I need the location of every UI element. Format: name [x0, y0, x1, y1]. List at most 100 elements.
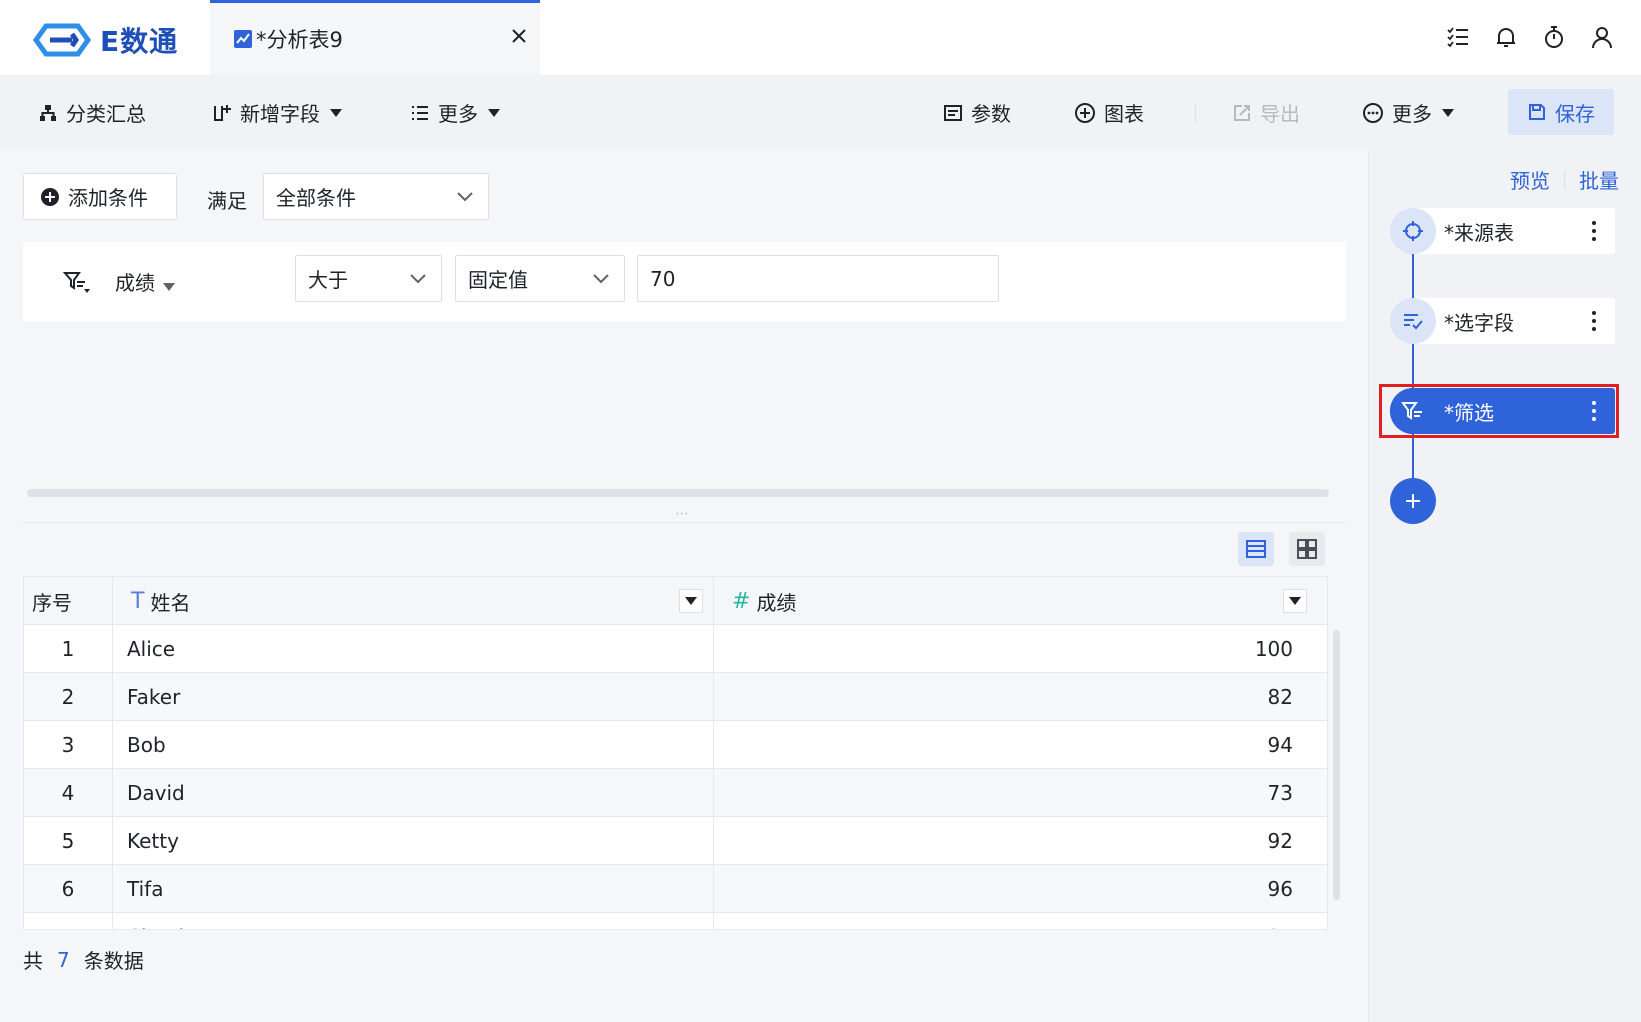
tab-analysis-sheet[interactable]: *分析表9: [210, 0, 540, 75]
app-logo[interactable]: E数通: [32, 22, 178, 58]
row-index: 5: [24, 817, 113, 864]
add-condition-button[interactable]: 添加条件: [23, 173, 177, 220]
column-menu-button[interactable]: [679, 589, 703, 613]
satisfy-select[interactable]: 全部条件: [263, 173, 489, 220]
logo-icon: [32, 23, 92, 57]
horizontal-scrollbar[interactable]: [27, 489, 1329, 497]
column-menu-button[interactable]: [1283, 589, 1307, 613]
table-row[interactable]: 5 Ketty 92: [24, 817, 1327, 865]
table-view-icon: [1246, 540, 1266, 558]
chevron-down-icon: [593, 273, 609, 283]
batch-link[interactable]: 批量: [1579, 165, 1619, 194]
chevron-down-icon: [410, 273, 426, 283]
bell-icon[interactable]: [1493, 24, 1519, 50]
table-row[interactable]: 1 Alice 100: [24, 625, 1327, 673]
logo-text: E数通: [100, 25, 179, 58]
more-vertical-icon[interactable]: [1591, 309, 1597, 333]
cell-score: 73: [1267, 780, 1293, 805]
task-list-icon[interactable]: [1445, 24, 1471, 50]
row-index: 1: [24, 625, 113, 672]
chart-line-icon: [234, 30, 252, 48]
plus-circle-filled-icon: [41, 187, 59, 206]
more-right-button[interactable]: 更多: [1362, 75, 1454, 150]
save-icon: [1529, 104, 1545, 120]
caret-down-icon: [488, 108, 500, 117]
select-fields-icon: [1390, 298, 1436, 344]
cell-name: Faker: [113, 673, 714, 720]
caret-down-icon: [163, 282, 175, 291]
value-type-select[interactable]: 固定值: [455, 255, 625, 302]
table-view-button[interactable]: [1238, 532, 1274, 566]
more-right-label: 更多: [1392, 102, 1432, 126]
caret-down-icon: [1289, 597, 1301, 605]
number-type-icon: #: [732, 588, 751, 614]
table-row[interactable]: 4 David 73: [24, 769, 1327, 817]
hierarchy-icon: [40, 104, 56, 121]
cell-score: 96: [1267, 876, 1293, 901]
cell-name: Alice: [113, 625, 714, 672]
operator-select[interactable]: 大于: [295, 255, 442, 302]
splitter-handle[interactable]: ⋯: [675, 506, 690, 522]
condition-value: 70: [650, 266, 676, 291]
more-left-button[interactable]: 更多: [410, 75, 500, 150]
cell-score: 92: [1267, 828, 1293, 853]
main-panel: 添加条件 满足 全部条件 成绩 大于 固定值 70 ⋯ 序号 T 姓名 # 成绩…: [0, 150, 1368, 1022]
plus-icon: [1406, 494, 1420, 508]
table-row[interactable]: 6 Tifa 96: [24, 865, 1327, 913]
save-button[interactable]: 保存: [1508, 89, 1614, 135]
filter-field-icon[interactable]: [63, 270, 91, 294]
column-label: 序号: [32, 590, 72, 615]
row-index: 6: [24, 865, 113, 912]
close-icon[interactable]: [508, 25, 530, 47]
more-vertical-icon[interactable]: [1591, 219, 1597, 243]
caret-down-icon: [330, 108, 342, 117]
count-value: 7: [57, 947, 70, 972]
row-index: 7: [24, 913, 113, 929]
panel-splitter[interactable]: [23, 522, 1346, 523]
export-button[interactable]: 导出: [1232, 75, 1300, 150]
condition-value-input[interactable]: 70: [637, 255, 999, 302]
count-suffix: 条数据: [83, 949, 144, 973]
preview-link[interactable]: 预览: [1510, 165, 1550, 194]
satisfy-value: 全部条件: [276, 186, 356, 210]
column-header-index[interactable]: 序号: [24, 577, 113, 625]
params-button[interactable]: 参数: [943, 75, 1011, 150]
count-prefix: 共: [23, 949, 43, 973]
add-field-button[interactable]: 新增字段: [212, 75, 342, 150]
selected-node-highlight: [1379, 384, 1619, 438]
group-summary-button[interactable]: 分类汇总: [38, 75, 146, 150]
tab-title: *分析表9: [256, 28, 343, 52]
table-header: 序号 T 姓名 # 成绩: [24, 577, 1327, 625]
column-header-name[interactable]: T 姓名: [113, 577, 714, 625]
link-divider: [1564, 170, 1565, 189]
table-row[interactable]: 7 Cloud 87: [24, 913, 1327, 929]
table-row[interactable]: 2 Faker 82: [24, 673, 1327, 721]
flow-node-select-fields[interactable]: *选字段: [1390, 298, 1615, 344]
more-circle-icon: [1363, 102, 1383, 123]
condition-row: 成绩 大于 固定值 70: [23, 242, 1346, 321]
params-icon: [944, 104, 962, 121]
cell-score: 100: [1254, 636, 1293, 661]
row-index: 4: [24, 769, 113, 816]
caret-down-icon: [685, 597, 697, 605]
flow-node-source[interactable]: *来源表: [1390, 208, 1615, 254]
condition-field-select[interactable]: 成绩: [115, 267, 175, 296]
save-label: 保存: [1555, 101, 1595, 126]
timer-icon[interactable]: [1541, 24, 1567, 50]
add-field-label: 新增字段: [240, 102, 320, 126]
row-index: 2: [24, 673, 113, 720]
chart-button[interactable]: 图表: [1074, 75, 1144, 150]
toolbar: 分类汇总 新增字段 更多 参数 图表 导出 更多: [0, 75, 1641, 150]
column-header-score[interactable]: # 成绩: [714, 577, 1327, 625]
user-icon[interactable]: [1589, 24, 1615, 50]
value-type-value: 固定值: [468, 268, 528, 292]
grid-view-button[interactable]: [1289, 532, 1325, 566]
chevron-down-icon: [457, 191, 473, 201]
data-table: 序号 T 姓名 # 成绩 1 Alice 100 2 Faker 82 3 Bo…: [23, 576, 1328, 930]
table-row[interactable]: 3 Bob 94: [24, 721, 1327, 769]
add-node-button[interactable]: [1390, 478, 1436, 524]
cell-score: 94: [1267, 732, 1293, 757]
export-icon: [1234, 104, 1250, 121]
vertical-scrollbar[interactable]: [1333, 630, 1340, 900]
condition-field-label: 成绩: [115, 271, 155, 295]
